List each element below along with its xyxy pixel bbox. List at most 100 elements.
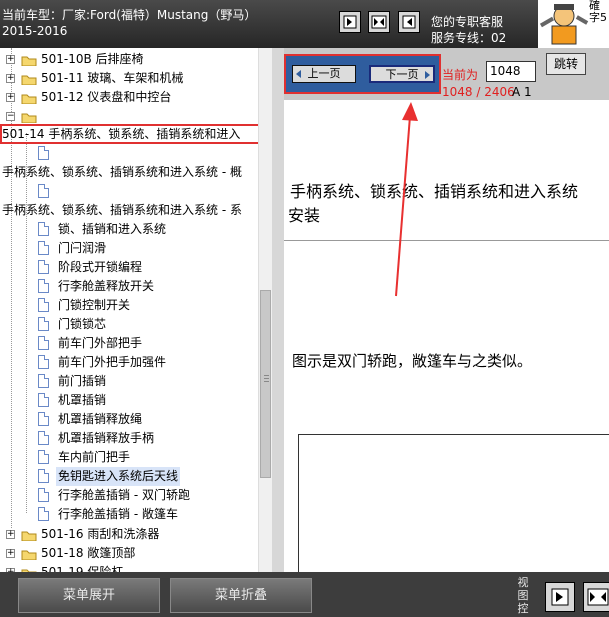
tree-item-label: 门锁控制开关 [58,298,131,312]
document-note: 图示是双门轿跑，敞篷车与之类似。 [292,352,533,370]
pane-divider[interactable] [272,48,284,572]
tree-item-label: 501-11 玻璃、车架和机械 [41,71,184,85]
jump-button[interactable]: 跳转 [546,53,586,75]
folder-icon [21,94,37,104]
mascot-mechanic-icon [538,0,590,48]
page-nav-group: 上一页 下一页 [284,54,441,94]
highlight-box-tree [0,124,265,144]
document-icon [38,450,49,464]
service-info: 您的专职客服 服务专线：02 [431,14,506,46]
tree-item-label: 501-16 雨刮和洗涤器 [41,527,160,541]
document-icon [38,469,49,483]
side-ad-text: 確 字5 [589,0,609,48]
folder-icon [21,75,37,85]
vehicle-line-1: 当前车型：厂家:Ford(福特）Mustang（野马） [2,8,257,22]
tree-item-label: 锁、插销和进入系统 [58,222,167,236]
tree-item-label: 机罩插销释放手柄 [58,431,155,445]
service-title: 您的专职客服 [431,15,504,29]
expand-plus-icon[interactable]: + [6,74,15,83]
tree-item-label: 机罩插销释放绳 [58,412,143,426]
prev-page-button[interactable]: 上一页 [292,65,356,83]
top-header: 当前车型：厂家:Ford(福特）Mustang（野马） 2015-2016 您的… [0,0,609,48]
service-hotline: 服务专线：02 [431,31,507,45]
tree-item-label: 501-12 仪表盘和中控台 [41,90,172,104]
current-vehicle-info: 当前车型：厂家:Ford(福特）Mustang（野马） 2015-2016 [2,7,256,39]
document-icon [38,222,49,236]
tree-item-label: 501-19 保险杠 [41,565,124,572]
tree-item-label: 前门插销 [58,374,107,388]
tree-item-label: 行李舱盖插销 - 双门轿跑 [58,488,190,502]
page-count: 1048 / 2406 [442,85,515,99]
figure-frame [298,434,609,572]
bottom-view-left-button[interactable] [545,582,575,612]
document-title: 手柄系统、锁系统、插销系统和进入系统 [290,182,579,201]
folder-icon [21,550,37,560]
view-right-button[interactable] [398,11,420,33]
document-icon [38,507,49,521]
arrow-right-bar-icon [343,15,357,29]
expand-plus-icon[interactable]: + [6,55,15,64]
menu-expand-button[interactable]: 菜单展开 [18,578,160,613]
bottom-toolbar: 菜单展开 菜单折叠 视图控 [0,572,609,617]
tree-item-label: 机罩插销 [58,393,107,407]
tree-item-label: 车内前门把手 [58,450,131,464]
document-icon [38,374,49,388]
arrow-right-bar-icon [551,588,569,606]
folder-icon [21,531,37,541]
annotation-arrow-icon [395,102,418,297]
tree-item-label: 行李舱盖释放开关 [58,279,155,293]
expand-plus-icon[interactable]: + [6,93,15,102]
document-icon [38,412,49,426]
scrollbar-thumb[interactable] [260,290,271,478]
arrow-left-bar-icon [402,15,416,29]
document-subtitle: 安装 [288,206,321,225]
tree-item-label: 免钥匙进入系统后天线 [56,467,181,486]
arrow-right-icon [425,71,430,79]
document-icon [38,336,49,350]
current-page-label: 当前为 [442,68,479,82]
tree-scrollbar[interactable] [258,48,272,572]
page-number-input[interactable]: 1048 [486,61,536,82]
document-icon [38,279,49,293]
split-arrows-icon [371,15,387,29]
tree-item-label: 门锁锁芯 [58,317,107,331]
document-divider [284,240,609,241]
grip-line [264,375,269,376]
bottom-view-split-button[interactable] [583,582,609,612]
tree-item-label: 前车门外把手加强件 [58,355,167,369]
menu-collapse-button[interactable]: 菜单折叠 [170,578,312,613]
view-control-label: 视图控 [517,576,529,615]
document-icon [38,184,49,198]
expand-plus-icon[interactable]: + [6,549,15,558]
document-icon [38,260,49,274]
document-icon [38,393,49,407]
split-arrows-icon [587,588,609,606]
document-icon [38,488,49,502]
tree-item-label: 501-18 敞篷顶部 [41,546,136,560]
tree-item-label: 手柄系统、锁系统、插销系统和进入系统 - 概 [2,165,242,179]
arrow-left-icon [296,70,301,78]
folder-icon [21,56,37,66]
expand-plus-icon[interactable]: + [6,530,15,539]
view-split-button[interactable] [368,11,390,33]
view-left-button[interactable] [339,11,361,33]
document-icon [38,241,49,255]
next-page-button[interactable]: 下一页 [369,65,435,83]
document-viewer: 手柄系统、锁系统、插销系统和进入系统 安装 图示是双门轿跑，敞篷车与之类似。 [284,100,609,572]
ad-line-2: 字5 [589,11,607,24]
document-icon [38,317,49,331]
document-icon [38,298,49,312]
tree-item-label: 阶段式开锁编程 [58,260,143,274]
document-icon [38,431,49,445]
grip-line [264,378,269,379]
document-icon [38,355,49,369]
next-page-label: 下一页 [385,68,419,81]
prev-page-label: 上一页 [307,67,341,80]
document-icon [38,146,49,160]
tree-item-label: 手柄系统、锁系统、插销系统和进入系统 - 系 [2,203,242,217]
collapse-minus-icon[interactable]: − [6,112,15,121]
folder-open-icon [21,113,37,123]
tree-item-label: 501-10B 后排座椅 [41,52,144,66]
tree-item-label: 前车门外部把手 [58,336,143,350]
page-size-indicator: A 1 [512,85,532,99]
